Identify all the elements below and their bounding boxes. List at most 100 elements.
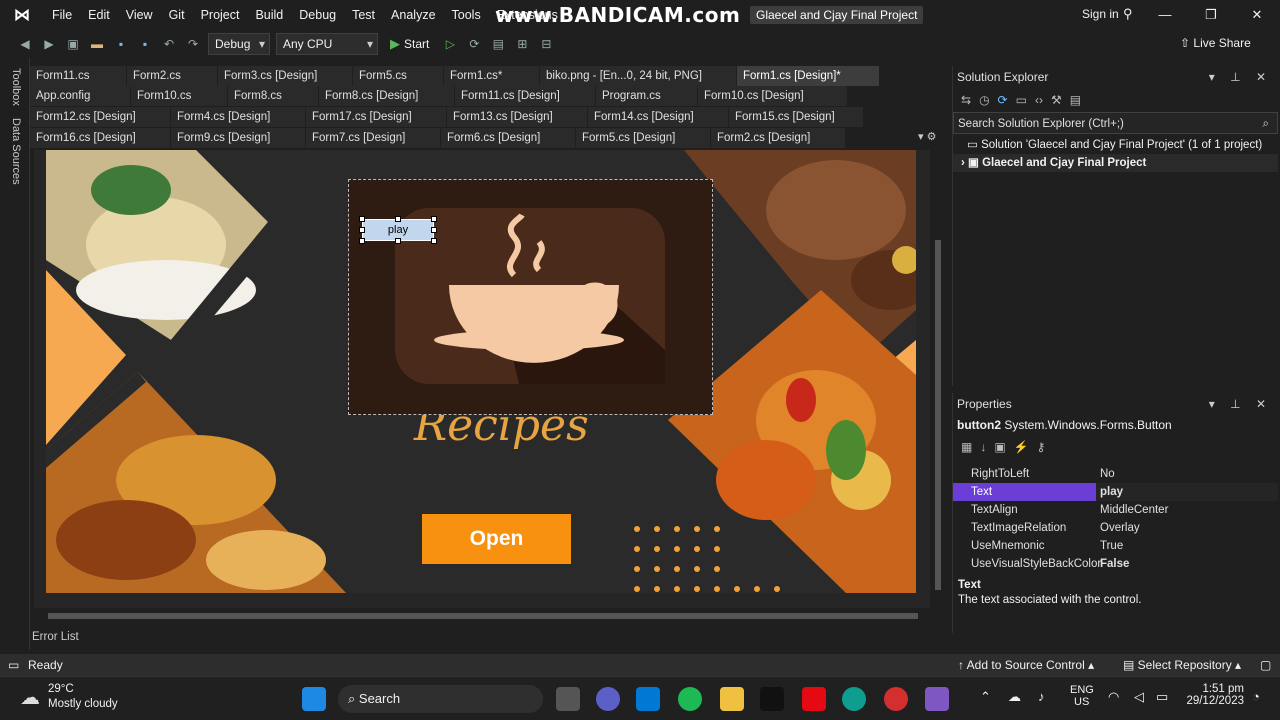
history-icon[interactable]: ◷	[979, 93, 989, 107]
data-sources-tab[interactable]: Data Sources	[10, 118, 22, 185]
align-icon[interactable]: ⊞	[513, 35, 531, 53]
property-row[interactable]: UseVisualStyleBackColor False	[953, 555, 1278, 573]
new-item-icon[interactable]: ▣	[64, 35, 82, 53]
tab-overflow-icon[interactable]: ▾ ⚙	[918, 130, 936, 143]
speaker-icon[interactable]: ◁	[1134, 689, 1144, 705]
menu-analyze[interactable]: Analyze	[383, 8, 443, 22]
solution-platform-select[interactable]: Any CPU	[276, 33, 378, 55]
tree-item-project[interactable]: › ▣ Glaecel and Cjay Final Project	[953, 154, 1278, 172]
property-row[interactable]: TextAlign MiddleCenter	[953, 501, 1278, 519]
notification-bell-icon[interactable]: ◔	[1252, 689, 1260, 704]
tab-form5-design[interactable]: Form5.cs [Design]	[576, 128, 711, 148]
save-icon[interactable]: ▪	[112, 35, 130, 53]
maximize-button[interactable]: ❐	[1188, 0, 1234, 30]
pane-controls[interactable]: ▾ ⊥ ✕	[1209, 66, 1272, 88]
task-view-icon[interactable]	[556, 687, 580, 711]
menu-build[interactable]: Build	[247, 8, 291, 22]
sync-icon[interactable]: ⇆	[961, 93, 971, 107]
code-icon[interactable]: ‹›	[1035, 93, 1043, 107]
forward-icon[interactable]: ▶	[40, 35, 58, 53]
pane-controls[interactable]: ▾ ⊥ ✕	[1209, 393, 1272, 415]
tab-form12-design[interactable]: Form12.cs [Design]	[30, 107, 171, 127]
toolbox-tab[interactable]: Toolbox	[10, 68, 22, 106]
property-row[interactable]: RightToLeft No	[953, 465, 1278, 483]
resize-handle[interactable]	[359, 227, 365, 233]
back-icon[interactable]: ◀	[16, 35, 34, 53]
visual-studio-icon[interactable]	[925, 687, 949, 711]
start-button[interactable]: ▶ Start	[384, 36, 435, 52]
alphabetical-icon[interactable]: ↓	[980, 440, 986, 454]
menu-file[interactable]: File	[44, 8, 80, 22]
tab-form17-design[interactable]: Form17.cs [Design]	[306, 107, 447, 127]
redo-icon[interactable]: ↷	[184, 35, 202, 53]
tab-form8-cs[interactable]: Form8.cs	[228, 86, 319, 106]
sign-in-link[interactable]: Sign in	[1082, 7, 1119, 21]
tab-form13-design[interactable]: Form13.cs [Design]	[447, 107, 588, 127]
visual-studio-logo-icon[interactable]: ⋈	[0, 0, 44, 30]
netflix-icon[interactable]	[802, 687, 826, 711]
error-list-tab[interactable]: Error List	[30, 630, 950, 652]
tab-form6-design[interactable]: Form6.cs [Design]	[441, 128, 576, 148]
property-row-selected[interactable]: Text play	[953, 483, 1278, 501]
resize-handle[interactable]	[359, 238, 365, 244]
undo-icon[interactable]: ↶	[160, 35, 178, 53]
tab-program-cs[interactable]: Program.cs	[596, 86, 698, 106]
horizontal-scrollbar[interactable]	[34, 608, 930, 624]
clock[interactable]: 1:51 pm 29/12/2023	[1178, 683, 1244, 707]
spotify-icon[interactable]	[678, 687, 702, 711]
menu-tools[interactable]: Tools	[444, 8, 489, 22]
language-indicator[interactable]: ENG US	[1070, 684, 1094, 708]
resize-handle[interactable]	[395, 238, 401, 244]
properties-object-select[interactable]: button2 System.Windows.Forms.Button	[953, 415, 1278, 435]
tab-form1-design[interactable]: Form1.cs [Design]*	[737, 66, 880, 86]
tab-form14-design[interactable]: Form14.cs [Design]	[588, 107, 729, 127]
wrench-icon[interactable]: ⚒	[1051, 93, 1062, 107]
add-to-source-control[interactable]: ↑ Add to Source Control ▴	[958, 654, 1094, 676]
properties-icon[interactable]: ▣	[994, 440, 1005, 454]
resize-handle[interactable]	[359, 216, 365, 222]
tiktok-icon[interactable]	[760, 687, 784, 711]
file-explorer-icon[interactable]	[720, 687, 744, 711]
resize-handle[interactable]	[431, 216, 437, 222]
tab-form15-design[interactable]: Form15.cs [Design]	[729, 107, 864, 127]
menu-test[interactable]: Test	[344, 8, 383, 22]
events-icon[interactable]: ⚡	[1014, 440, 1029, 454]
tray-chevron-icon[interactable]: ⌃	[980, 689, 991, 705]
solution-search-input[interactable]: Search Solution Explorer (Ctrl+;) ⌕	[953, 112, 1278, 134]
select-repository[interactable]: ▤ Select Repository ▴	[1123, 654, 1241, 676]
tab-form4-design[interactable]: Form4.cs [Design]	[171, 107, 306, 127]
wifi-icon[interactable]: ◠	[1108, 689, 1119, 705]
tab-form2-cs[interactable]: Form2.cs	[127, 66, 218, 86]
tab-form8-design[interactable]: Form8.cs [Design]	[319, 86, 455, 106]
align-grid-icon[interactable]: ⊟	[537, 35, 555, 53]
tab-app-config[interactable]: App.config	[30, 86, 131, 106]
picture-box[interactable]	[348, 179, 713, 415]
menu-view[interactable]: View	[118, 8, 161, 22]
battery-icon[interactable]: ▭	[1156, 689, 1168, 705]
menu-project[interactable]: Project	[193, 8, 248, 22]
resize-handle[interactable]	[431, 238, 437, 244]
store-icon[interactable]	[636, 687, 660, 711]
microphone-icon[interactable]: ♪	[1038, 689, 1045, 704]
tab-form10-design[interactable]: Form10.cs [Design]	[698, 86, 848, 106]
tab-form10-cs[interactable]: Form10.cs	[131, 86, 228, 106]
property-row[interactable]: TextImageRelation Overlay	[953, 519, 1278, 537]
tab-form9-design[interactable]: Form9.cs [Design]	[171, 128, 306, 148]
resize-handle[interactable]	[431, 227, 437, 233]
taskbar-search[interactable]: ⌕ Search	[338, 685, 543, 713]
tab-form11-cs[interactable]: Form11.cs	[30, 66, 127, 86]
bandicam-icon[interactable]	[884, 687, 908, 711]
scroll-thumb[interactable]	[48, 613, 918, 619]
menu-edit[interactable]: Edit	[80, 8, 118, 22]
tab-form2-design[interactable]: Form2.cs [Design]	[711, 128, 846, 148]
minimize-button[interactable]: —	[1142, 0, 1188, 30]
collapse-icon[interactable]: ▭	[1016, 93, 1027, 107]
tab-form16-design[interactable]: Form16.cs [Design]	[30, 128, 171, 148]
tab-form5-cs[interactable]: Form5.cs	[353, 66, 444, 86]
tab-form1-cs[interactable]: Form1.cs*	[444, 66, 540, 86]
weather-icon[interactable]: ☁	[20, 685, 40, 710]
open-button[interactable]: Open	[422, 514, 571, 564]
property-row[interactable]: UseMnemonic True	[953, 537, 1278, 555]
edge-icon[interactable]	[842, 687, 866, 711]
solution-config-select[interactable]: Debug	[208, 33, 270, 55]
